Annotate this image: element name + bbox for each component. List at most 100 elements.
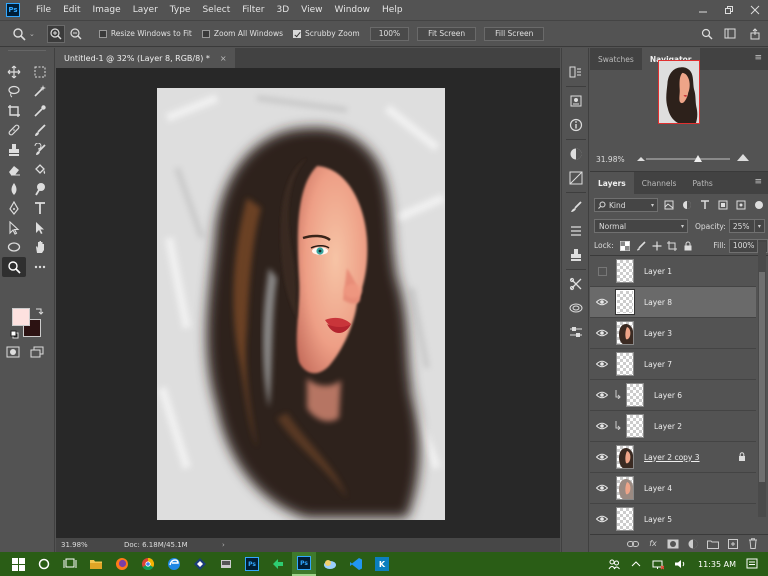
menu-help[interactable]: Help [376,0,409,20]
layer-row[interactable]: Layer 6 [590,380,756,411]
default-colors-icon[interactable] [10,330,20,340]
lasso-tool-icon[interactable] [2,82,26,102]
align-panel-icon[interactable] [562,320,590,344]
filter-shape-icon[interactable] [716,198,730,212]
people-icon[interactable] [606,552,622,576]
close-button[interactable] [742,0,768,20]
marquee-tool-icon[interactable] [28,62,52,82]
visibility-toggle-empty[interactable] [590,256,614,287]
delete-layer-icon[interactable] [746,537,760,551]
link-layers-icon[interactable] [626,537,640,551]
preset-dropdown-icon[interactable]: ⌄ [29,30,35,38]
menu-file[interactable]: File [30,0,57,20]
layer-row[interactable]: Layer 3 [590,318,756,349]
dodge-tool-icon[interactable] [28,179,52,199]
app-k-icon[interactable]: K [370,552,394,576]
tray-chevron-up-icon[interactable] [628,552,644,576]
zoom-in-icon[interactable] [46,24,65,43]
app-drive-icon[interactable] [214,552,238,576]
opacity-field[interactable]: 25% [728,219,755,233]
menu-select[interactable]: Select [196,0,236,20]
lock-position-icon[interactable] [649,239,665,253]
menu-view[interactable]: View [295,0,328,20]
tool-presets-icon[interactable] [562,272,590,296]
properties-panel-icon[interactable] [562,89,590,113]
history-brush-icon[interactable] [28,140,52,160]
eye-icon[interactable] [590,349,614,380]
layer-thumbnail[interactable] [616,445,634,469]
layer-thumbnail[interactable] [616,507,634,531]
network-icon[interactable] [650,552,666,576]
new-adjustment-icon[interactable] [686,537,700,551]
new-group-icon[interactable] [706,537,720,551]
layers-scrollbar[interactable] [758,242,766,517]
pen-tool-icon[interactable] [2,199,26,219]
windows-start-icon[interactable] [6,552,30,576]
filter-adjustment-icon[interactable] [680,198,694,212]
move-tool-icon[interactable] [2,62,26,82]
resize-windows-checkbox[interactable]: Resize Windows to Fit [98,29,192,38]
brush-settings-icon[interactable] [562,195,590,219]
zoom-in-mountain-icon[interactable] [736,152,750,162]
history-panel-icon[interactable] [562,60,590,84]
notifications-icon[interactable] [744,552,760,576]
blur-tool-icon[interactable] [2,179,26,199]
menu-edit[interactable]: Edit [57,0,86,20]
toolbar-grip[interactable] [8,50,46,60]
close-tab-icon[interactable]: × [220,54,227,63]
path-selection-icon[interactable] [2,218,26,238]
eye-icon[interactable] [590,318,614,349]
navigator-slider-knob[interactable] [694,155,702,162]
swap-colors-icon[interactable] [34,306,44,316]
layer-row[interactable]: Layer 8 [590,287,756,318]
magic-wand-icon[interactable] [28,82,52,102]
eye-icon[interactable] [590,287,614,318]
new-layer-icon[interactable] [726,537,740,551]
eye-icon[interactable] [590,442,614,473]
layer-row[interactable]: Layer 1 [590,256,756,287]
layer-thumbnail[interactable] [626,383,644,407]
tab-swatches[interactable]: Swatches [590,48,642,70]
app-cloud-icon[interactable] [318,552,342,576]
tab-layers[interactable]: Layers [590,172,634,194]
layer-row[interactable]: Layer 5 [590,504,756,535]
lock-pixels-icon[interactable] [633,239,649,253]
filter-smart-object-icon[interactable] [734,198,748,212]
fit-screen-button[interactable]: Fit Screen [417,26,477,41]
navigator-menu-icon[interactable]: ≡ [754,53,762,63]
zoom-out-mountain-icon[interactable] [636,154,646,162]
zoom-tool-preset-icon[interactable] [10,25,28,43]
vscode-icon[interactable] [344,552,368,576]
paint-bucket-icon[interactable] [28,160,52,180]
ellipse-tool-icon[interactable] [2,238,26,258]
eye-icon[interactable] [590,504,614,535]
firefox-icon[interactable] [110,552,134,576]
layer-style-icon[interactable]: fx [646,537,660,551]
app-green-arrow-icon[interactable] [266,552,290,576]
lock-artboard-icon[interactable] [664,239,680,253]
direct-selection-icon[interactable] [28,218,52,238]
zoom-all-box[interactable] [201,29,210,38]
edge-icon[interactable] [162,552,186,576]
zoom-out-icon[interactable] [67,25,85,43]
lock-transparency-icon[interactable] [618,239,634,253]
filter-kind-select[interactable]: Kind ▾ [594,198,658,212]
clone-stamp-icon[interactable] [2,140,26,160]
navigator-zoom-slider[interactable] [646,155,730,162]
volume-icon[interactable] [672,552,688,576]
search-icon[interactable] [698,25,716,43]
libraries-panel-icon[interactable] [562,296,590,320]
layer-thumbnail[interactable] [616,321,634,345]
menu-image[interactable]: Image [87,0,127,20]
eye-icon[interactable] [590,411,614,442]
zoom-tool-icon[interactable] [2,257,26,277]
canvas-area[interactable] [56,68,560,538]
filter-type-icon[interactable] [698,198,712,212]
layer-thumbnail[interactable] [616,290,634,314]
menu-window[interactable]: Window [329,0,377,20]
chrome-icon[interactable] [136,552,160,576]
filter-pixel-icon[interactable] [662,198,676,212]
app-diamond-icon[interactable] [188,552,212,576]
quick-mask-icon[interactable] [6,346,20,358]
more-tools-icon[interactable] [28,257,52,277]
